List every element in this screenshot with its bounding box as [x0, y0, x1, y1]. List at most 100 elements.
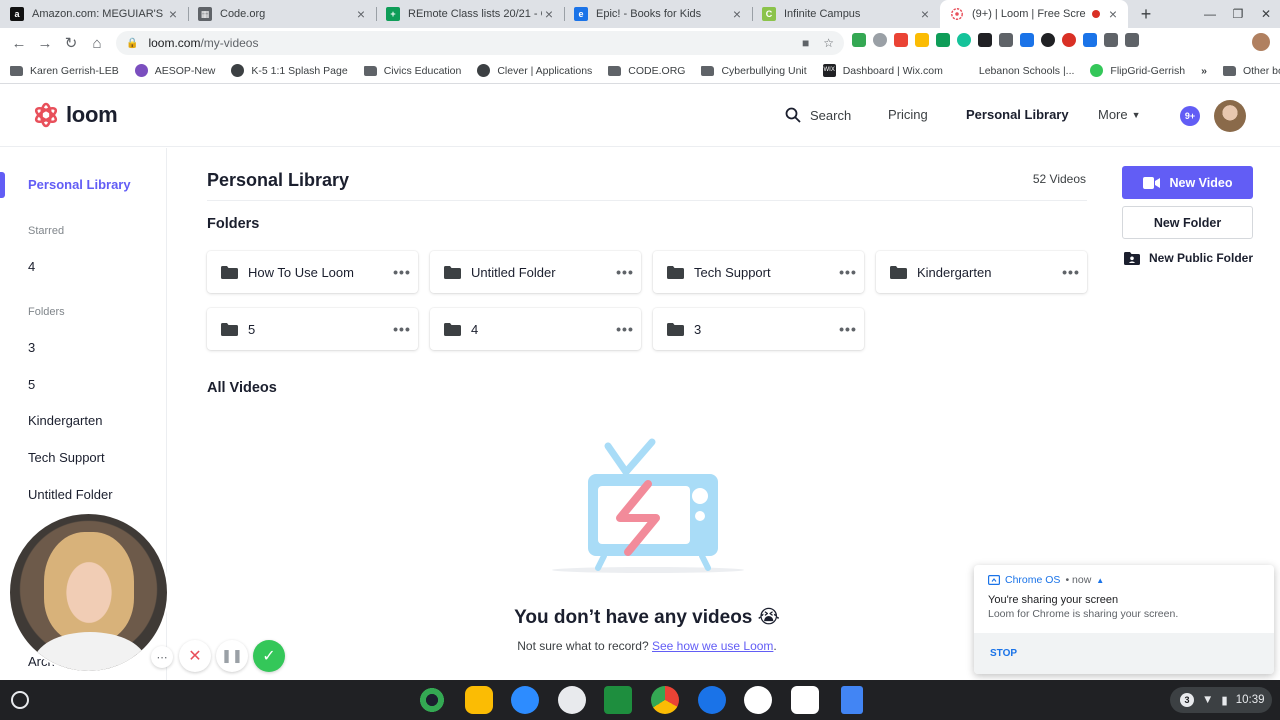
- bookmark-item[interactable]: CODE.ORG: [608, 65, 685, 77]
- close-icon[interactable]: ×: [918, 6, 932, 22]
- classroom-app-icon[interactable]: [604, 686, 632, 714]
- extension-icon[interactable]: [873, 33, 887, 47]
- close-icon[interactable]: ×: [542, 6, 556, 22]
- star-icon[interactable]: ☆: [823, 36, 834, 50]
- extension-icon[interactable]: [999, 33, 1013, 47]
- browser-tab-active[interactable]: (9+) | Loom | Free Screen ×: [940, 0, 1128, 28]
- asana-app-icon[interactable]: [744, 686, 772, 714]
- new-folder-button[interactable]: New Folder: [1122, 206, 1253, 239]
- close-window-icon[interactable]: ✕: [1252, 7, 1280, 21]
- forward-icon[interactable]: →: [32, 35, 58, 52]
- launcher-icon[interactable]: [11, 691, 29, 709]
- reload-icon[interactable]: ↻: [58, 34, 84, 52]
- docs-app-icon[interactable]: [841, 686, 863, 714]
- more-options-icon[interactable]: •••: [832, 264, 864, 280]
- restore-icon[interactable]: ❐: [1224, 7, 1252, 21]
- files-app-icon[interactable]: [698, 686, 726, 714]
- sidebar-item-folder[interactable]: Untitled Folder: [28, 487, 113, 502]
- close-icon[interactable]: ×: [730, 6, 744, 22]
- chrome-app-icon[interactable]: [651, 686, 679, 714]
- bookmark-item[interactable]: Clever | Applications: [477, 64, 592, 77]
- back-icon[interactable]: ←: [6, 35, 32, 52]
- user-avatar[interactable]: [1214, 100, 1246, 132]
- home-icon[interactable]: ⌂: [84, 35, 110, 52]
- loom-logo[interactable]: loom: [32, 101, 118, 129]
- bookmark-item[interactable]: Cyberbullying Unit: [701, 65, 807, 77]
- bookmark-item[interactable]: K-5 1:1 Splash Page: [231, 64, 348, 77]
- bookmark-item[interactable]: WIX Dashboard | Wix.com: [822, 64, 943, 77]
- play-store-app-icon[interactable]: [791, 686, 819, 714]
- new-public-folder-button[interactable]: New Public Folder: [1124, 251, 1253, 265]
- sidebar-item-folder[interactable]: Kindergarten: [28, 413, 102, 428]
- keep-app-icon[interactable]: [465, 686, 493, 714]
- close-icon[interactable]: ×: [1106, 6, 1120, 22]
- browser-tab[interactable]: C Infinite Campus ×: [752, 0, 940, 28]
- sidebar-item-starred[interactable]: 4: [28, 259, 35, 274]
- browser-tab[interactable]: a Amazon.com: MEGUIAR'S G1 ×: [0, 0, 188, 28]
- camera-icon[interactable]: ■: [802, 36, 809, 50]
- close-icon[interactable]: ×: [354, 6, 368, 22]
- extension-icon[interactable]: [1020, 33, 1034, 47]
- sidebar-item-folder[interactable]: 3: [28, 340, 35, 355]
- cast-icon[interactable]: [1125, 33, 1139, 47]
- browser-tab[interactable]: + REmote Class lists 20/21 - Go ×: [376, 0, 564, 28]
- recorder-more-button[interactable]: ⋯: [151, 646, 173, 668]
- address-bar[interactable]: 🔒 loom.com/my-videos ■ ☆: [116, 31, 844, 55]
- folder-card[interactable]: Kindergarten •••: [876, 251, 1087, 293]
- more-options-icon[interactable]: •••: [1055, 264, 1087, 280]
- more-menu[interactable]: More ▼: [1098, 107, 1141, 122]
- zoom-extension-icon[interactable]: [1083, 33, 1097, 47]
- extension-icon[interactable]: [978, 33, 992, 47]
- minimize-icon[interactable]: —: [1196, 7, 1224, 21]
- extension-icon[interactable]: [915, 33, 929, 47]
- profile-avatar[interactable]: [1252, 33, 1270, 51]
- more-options-icon[interactable]: •••: [386, 321, 418, 337]
- pricing-link[interactable]: Pricing: [888, 107, 928, 122]
- extension-icon[interactable]: [1041, 33, 1055, 47]
- folder-card[interactable]: 4 •••: [430, 308, 641, 350]
- camera-bubble[interactable]: [8, 512, 169, 673]
- search-button[interactable]: Search: [785, 107, 851, 123]
- browser-tab[interactable]: ▦ Code.org ×: [188, 0, 376, 28]
- sidebar-item-personal-library[interactable]: Personal Library: [28, 177, 131, 192]
- bookmark-item[interactable]: AESOP-New: [134, 64, 215, 77]
- see-how-link[interactable]: See how we use Loom: [652, 639, 773, 653]
- screencastify-extension-icon[interactable]: [894, 33, 908, 47]
- grammarly-extension-icon[interactable]: [957, 33, 971, 47]
- puzzle-icon[interactable]: [1104, 33, 1118, 47]
- folder-card[interactable]: 5 •••: [207, 308, 418, 350]
- extension-icon[interactable]: [1062, 33, 1076, 47]
- more-options-icon[interactable]: •••: [386, 264, 418, 280]
- stop-sharing-button[interactable]: STOP: [990, 648, 1017, 659]
- classroom-extension-icon[interactable]: [852, 33, 866, 47]
- folder-card[interactable]: Untitled Folder •••: [430, 251, 641, 293]
- extension-icon[interactable]: [936, 33, 950, 47]
- camera-app-icon[interactable]: [418, 686, 446, 714]
- more-options-icon[interactable]: •••: [832, 321, 864, 337]
- pause-recording-button[interactable]: ❚❚: [216, 640, 248, 672]
- other-bookmarks[interactable]: Other bookmarks: [1222, 65, 1280, 77]
- more-options-icon[interactable]: •••: [609, 321, 641, 337]
- bookmark-item[interactable]: FlipGrid-Gerrish: [1090, 64, 1185, 77]
- new-tab-button[interactable]: +: [1128, 0, 1164, 28]
- folder-card[interactable]: Tech Support •••: [653, 251, 864, 293]
- bookmark-item[interactable]: Lebanon Schools |...: [958, 64, 1074, 77]
- more-options-icon[interactable]: •••: [609, 264, 641, 280]
- bookmarks-overflow-button[interactable]: »: [1201, 65, 1207, 77]
- finish-recording-button[interactable]: ✓: [253, 640, 285, 672]
- browser-tab[interactable]: e Epic! - Books for Kids ×: [564, 0, 752, 28]
- sidebar-item-folder[interactable]: 5: [28, 377, 35, 392]
- status-tray[interactable]: 3 ▼ ▮ 10:39: [1170, 687, 1272, 713]
- notifications-badge[interactable]: 9+: [1180, 106, 1200, 126]
- cancel-recording-button[interactable]: ✕: [179, 640, 211, 672]
- folder-card[interactable]: 3 •••: [653, 308, 864, 350]
- bookmark-item[interactable]: Karen Gerrish-LEB: [10, 65, 119, 77]
- sidebar-item-folder[interactable]: Tech Support: [28, 450, 105, 465]
- feedback-app-icon[interactable]: [558, 686, 586, 714]
- folder-card[interactable]: How To Use Loom •••: [207, 251, 418, 293]
- chevron-up-icon[interactable]: ▲: [1096, 576, 1104, 585]
- new-video-button[interactable]: New Video: [1122, 166, 1253, 199]
- personal-library-link[interactable]: Personal Library: [966, 107, 1069, 122]
- zoom-app-icon[interactable]: [511, 686, 539, 714]
- bookmark-item[interactable]: Civics Education: [363, 65, 461, 77]
